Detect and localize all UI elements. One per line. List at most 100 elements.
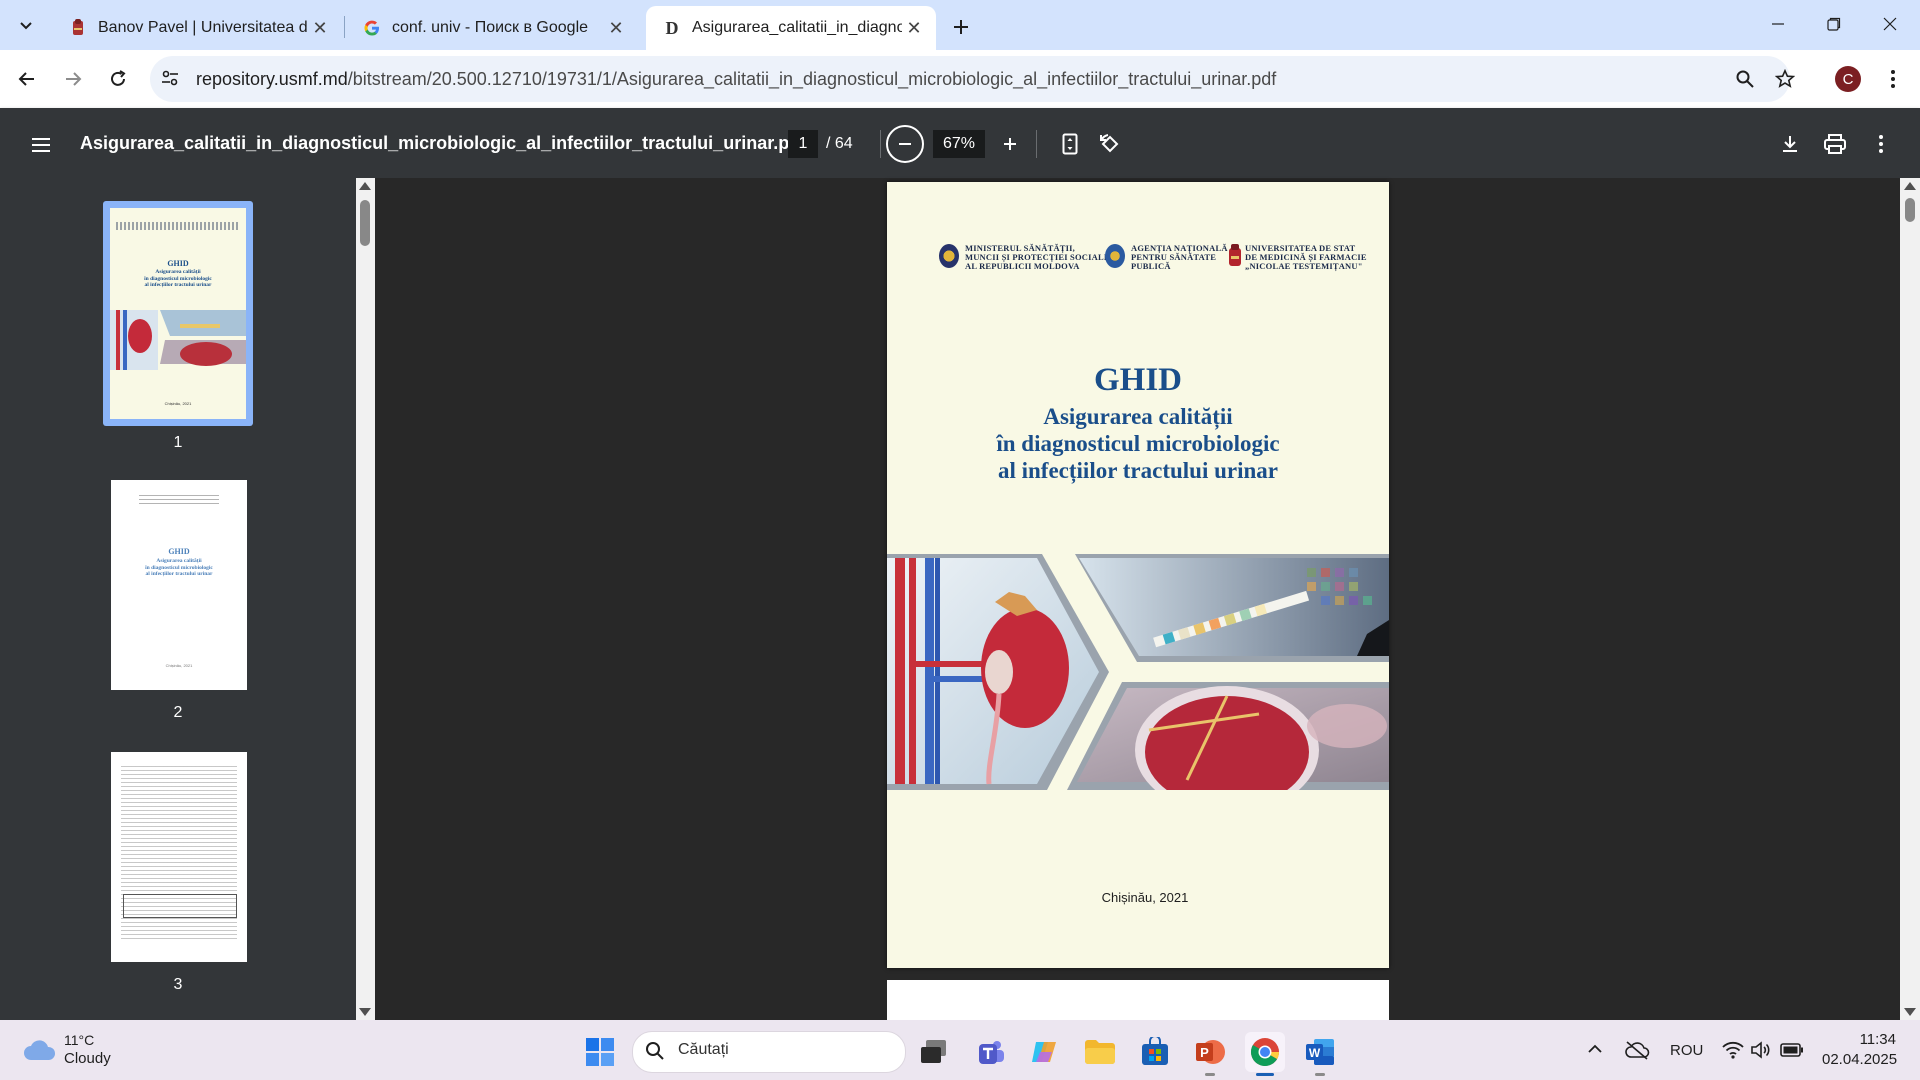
- file-explorer-app[interactable]: [1080, 1032, 1120, 1072]
- thumbnail-page-2[interactable]: GHID Asigurarea calității în diagnosticu…: [111, 480, 247, 690]
- taskbar-search[interactable]: [632, 1031, 906, 1073]
- show-hidden-icons-button[interactable]: [1586, 1040, 1610, 1064]
- logo-line: PUBLICĂ: [1131, 261, 1171, 271]
- close-icon[interactable]: ✕: [902, 16, 926, 40]
- profile-avatar[interactable]: C: [1835, 66, 1861, 92]
- scroll-up-arrow-icon[interactable]: [1904, 182, 1916, 190]
- cover-illustration: [887, 554, 1389, 814]
- running-indicator: [1315, 1073, 1325, 1076]
- arrow-left-icon: [18, 72, 34, 86]
- cloud-icon: [24, 1040, 56, 1060]
- taskbar-search-placeholder: Căutați: [678, 1041, 729, 1058]
- viewer-scrollbar[interactable]: [1900, 178, 1920, 1020]
- back-button[interactable]: [10, 62, 44, 96]
- chevron-down-icon: [20, 22, 32, 30]
- restore-button[interactable]: [1806, 0, 1862, 48]
- search-icon: [646, 1042, 664, 1060]
- scroll-down-arrow-icon[interactable]: [359, 1008, 371, 1016]
- powerpoint-icon: P: [1196, 1040, 1225, 1064]
- ministry-seal-icon: [939, 244, 959, 268]
- download-button[interactable]: [1775, 129, 1805, 159]
- clock-time[interactable]: 11:34: [1852, 1031, 1896, 1048]
- store-icon: [1142, 1037, 1168, 1065]
- chevron-up-icon: [1588, 1044, 1602, 1053]
- url-text[interactable]: repository.usmf.md/bitstream/20.500.1271…: [196, 69, 1276, 90]
- tab-search-button[interactable]: [12, 12, 40, 40]
- copilot-app[interactable]: [1025, 1032, 1065, 1072]
- thumbnail-page-1[interactable]: GHID Asigurarea calității în diagnosticu…: [103, 201, 253, 426]
- microsoft-store-app[interactable]: [1135, 1032, 1175, 1072]
- rotate-button[interactable]: [1095, 129, 1125, 159]
- thumb-title-line: al infecțiilor tractului urinar: [145, 571, 213, 577]
- thumbnail-page-3[interactable]: [111, 752, 247, 962]
- tab-separator: [344, 16, 345, 38]
- word-app[interactable]: W: [1300, 1032, 1340, 1072]
- tab-google-search[interactable]: conf. univ - Поиск в Google ✕: [346, 6, 638, 50]
- cover-title-line-3: al infecțiilor tractului urinar: [997, 458, 1278, 483]
- cover-place-year: Chișinău, 2021: [1101, 890, 1189, 905]
- task-view-button[interactable]: [914, 1032, 954, 1072]
- close-window-button[interactable]: [1862, 0, 1918, 48]
- tab-banov-pavel[interactable]: Banov Pavel | Universitatea de S ✕: [52, 6, 342, 50]
- forward-button[interactable]: [56, 62, 90, 96]
- powerpoint-app[interactable]: P: [1190, 1032, 1230, 1072]
- copilot-icon: [1032, 1042, 1056, 1062]
- zoom-in-button[interactable]: [995, 129, 1025, 159]
- viewer-scroll-thumb[interactable]: [1905, 198, 1915, 222]
- plus-icon: [1004, 138, 1016, 150]
- thumb-title-line: al infecțiilor tractului urinar: [144, 282, 212, 288]
- new-tab-button[interactable]: [946, 12, 976, 42]
- zoom-button[interactable]: [1728, 62, 1762, 96]
- reload-button[interactable]: [101, 62, 135, 96]
- tab-pdf-active[interactable]: D Asigurarea_calitatii_in_diagnost ✕: [646, 6, 936, 50]
- volume-icon[interactable]: [1750, 1040, 1772, 1062]
- sidebar-scrollbar[interactable]: [356, 178, 375, 1020]
- restore-icon: [1827, 17, 1841, 31]
- start-button[interactable]: [580, 1032, 620, 1072]
- url-path: /bitstream/20.500.12710/19731/1/Asigurar…: [347, 69, 1277, 89]
- onedrive-offline-icon[interactable]: [1624, 1040, 1652, 1064]
- chrome-app[interactable]: [1245, 1032, 1285, 1072]
- svg-text:W: W: [1309, 1046, 1321, 1060]
- bookmark-button[interactable]: [1768, 62, 1802, 96]
- page-number-input[interactable]: 1: [788, 130, 818, 158]
- scroll-up-arrow-icon[interactable]: [359, 182, 371, 190]
- weather-widget[interactable]: 11°C Cloudy: [22, 1030, 142, 1074]
- thumbnail-label: 3: [173, 976, 183, 993]
- close-icon[interactable]: ✕: [308, 16, 332, 40]
- battery-icon[interactable]: [1780, 1041, 1804, 1061]
- fit-page-button[interactable]: [1055, 129, 1085, 159]
- more-vert-icon: [1891, 70, 1895, 88]
- zoom-level-input[interactable]: 67%: [933, 130, 985, 158]
- dspace-favicon-icon: D: [665, 17, 679, 38]
- header-lines: [139, 495, 219, 507]
- weather-desc: Cloudy: [64, 1050, 111, 1067]
- sidebar-toggle-button[interactable]: [26, 130, 56, 160]
- minimize-button[interactable]: [1750, 0, 1806, 48]
- wifi-icon[interactable]: [1722, 1040, 1744, 1062]
- language-indicator[interactable]: ROU: [1670, 1042, 1703, 1059]
- cover-heading: GHID: [1093, 362, 1182, 398]
- teams-app[interactable]: [970, 1032, 1010, 1072]
- download-icon: [1783, 136, 1797, 152]
- chrome-icon: [1251, 1038, 1279, 1066]
- close-icon[interactable]: ✕: [604, 16, 628, 40]
- rotate-icon: [1100, 134, 1119, 153]
- thumb-heading: GHID: [168, 547, 190, 556]
- url-domain: repository.usmf.md: [196, 69, 348, 89]
- sidebar-scroll-thumb[interactable]: [360, 200, 370, 246]
- agency-seal-icon: [1105, 244, 1125, 268]
- scroll-down-arrow-icon[interactable]: [1904, 1008, 1916, 1016]
- site-info-icon[interactable]: [160, 68, 184, 92]
- running-indicator: [1205, 1073, 1215, 1076]
- minimize-icon: [1772, 23, 1784, 25]
- more-vert-icon: [1879, 135, 1883, 153]
- google-favicon-icon: [364, 20, 380, 36]
- word-icon: W: [1306, 1039, 1334, 1065]
- logo-line: AL REPUBLICII MOLDOVA: [965, 261, 1080, 271]
- print-button[interactable]: [1820, 129, 1850, 159]
- pdf-more-button[interactable]: [1866, 129, 1896, 159]
- clock-date[interactable]: 02.04.2025: [1822, 1051, 1897, 1068]
- zoom-out-button[interactable]: [886, 125, 924, 163]
- chrome-menu-button[interactable]: [1876, 62, 1910, 96]
